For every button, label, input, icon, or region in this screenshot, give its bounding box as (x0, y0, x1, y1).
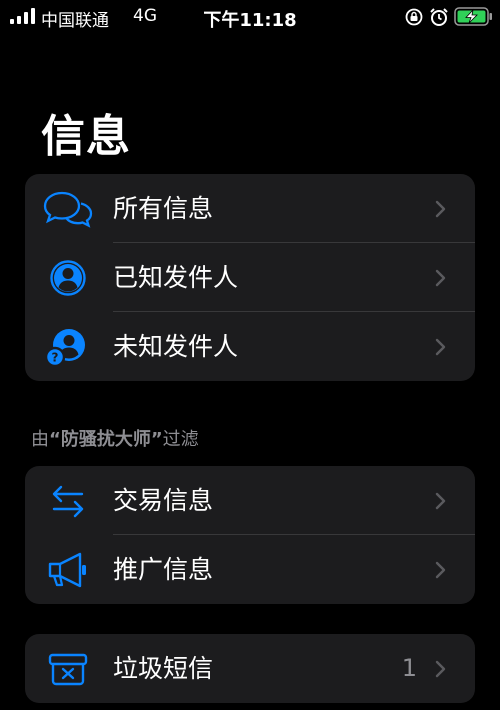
battery-charging-icon (454, 7, 492, 26)
all-messages-row[interactable]: 所有信息 (25, 174, 475, 243)
transaction-messages-row[interactable]: 交易信息 (25, 466, 475, 535)
chevron-right-icon (435, 561, 446, 579)
megaphone-icon (43, 549, 93, 591)
junk-messages-row[interactable]: 垃圾短信 1 (25, 634, 475, 703)
orientation-lock-icon (405, 8, 423, 26)
junk-group: 垃圾短信 1 (25, 634, 475, 703)
transaction-messages-label: 交易信息 (113, 486, 214, 515)
filter-app-name: “防骚扰大师” (49, 429, 163, 450)
chevron-right-icon (435, 492, 446, 510)
promotion-messages-row[interactable]: 推广信息 (25, 535, 475, 604)
junk-tray-icon (43, 648, 93, 690)
caption-suffix: 过滤 (162, 429, 199, 450)
junk-messages-label: 垃圾短信 (113, 654, 214, 683)
filtered-group: 交易信息 推广信息 (25, 466, 475, 604)
senders-group: 所有信息 已知发件人 ? 未知发件人 (25, 174, 475, 381)
svg-text:?: ? (52, 351, 59, 365)
unknown-person-icon: ? (43, 326, 93, 368)
status-time: 下午11:18 (203, 10, 297, 31)
person-circle-icon (43, 257, 93, 299)
unknown-senders-label: 未知发件人 (113, 332, 239, 361)
all-messages-label: 所有信息 (113, 194, 214, 223)
unknown-senders-row[interactable]: ? 未知发件人 (25, 312, 475, 381)
filter-section-caption: 由“防骚扰大师”过滤 (31, 425, 199, 451)
known-senders-label: 已知发件人 (113, 263, 239, 292)
status-bar: 中国联通 4G 下午11:18 (0, 0, 500, 34)
page-title: 信息 (41, 111, 131, 162)
known-senders-row[interactable]: 已知发件人 (25, 243, 475, 312)
chevron-right-icon (435, 269, 446, 287)
chevron-right-icon (435, 200, 446, 218)
chevron-right-icon (435, 660, 446, 678)
chat-bubbles-icon (43, 188, 93, 230)
junk-count-badge: 1 (401, 654, 417, 682)
promotion-messages-label: 推广信息 (113, 555, 214, 584)
chevron-right-icon (435, 338, 446, 356)
alarm-icon (430, 8, 448, 26)
caption-prefix: 由 (31, 429, 49, 450)
arrows-left-right-icon (43, 480, 93, 522)
